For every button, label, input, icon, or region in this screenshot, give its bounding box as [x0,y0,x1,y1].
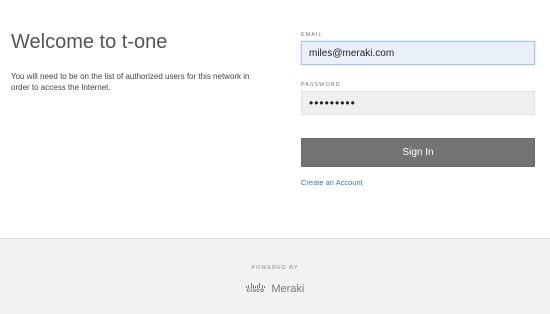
cisco-wordmark: cisco [246,288,265,294]
welcome-message: You will need to be on the list of autho… [11,72,250,92]
sign-in-button[interactable]: Sign In [301,138,535,167]
password-label: PASSWORD [301,82,341,88]
brand-logo: cisco Meraki [0,283,550,295]
email-input[interactable] [301,41,535,65]
powered-by-label: POWERED BY [251,265,299,271]
welcome-title: Welcome to t-one [11,31,168,53]
password-input[interactable] [301,91,535,115]
meraki-wordmark: Meraki [271,283,305,295]
splash-page: Welcome to t-one You will need to be on … [0,0,550,314]
main-content: Welcome to t-one You will need to be on … [0,0,550,238]
create-account-link[interactable]: Create an Account [301,178,363,187]
footer: POWERED BY cisco Meraki [0,238,550,314]
email-label: EMAIL [301,32,323,38]
cisco-logo: cisco [246,283,266,295]
